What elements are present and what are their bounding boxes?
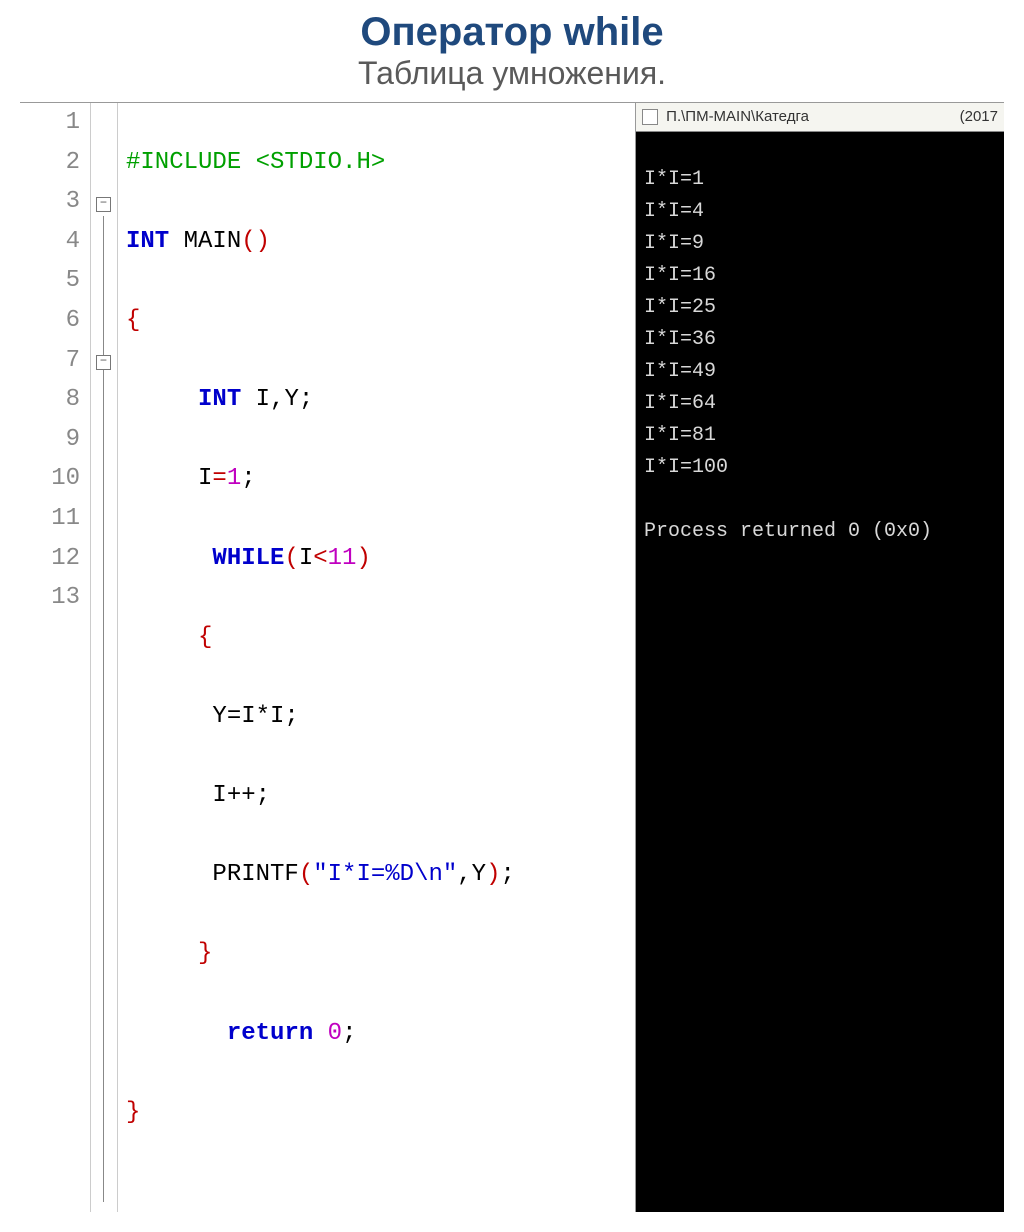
- line-number: 1: [20, 103, 80, 143]
- line-number: 9: [20, 420, 80, 460]
- console-suffix: (2017: [960, 105, 998, 129]
- semicolon: ;: [342, 1020, 356, 1047]
- brace: {: [126, 307, 140, 334]
- code-area: #INCLUDE <STDIO.H> INT MAIN() { INT I,Y;…: [118, 103, 515, 1212]
- string-literal: "I*I=%D\n": [313, 861, 457, 888]
- line-number: 10: [20, 459, 80, 499]
- code-line: I=1;: [126, 459, 515, 499]
- console-path: П.\ПМ-МАIN\Катедга: [666, 108, 809, 125]
- paren-close: ): [486, 861, 500, 888]
- line-number: 6: [20, 301, 80, 341]
- code-line: {: [126, 301, 515, 341]
- line-number: 4: [20, 222, 80, 262]
- slide-heading: Оператор while Таблица умножения.: [20, 10, 1004, 92]
- operator: =: [212, 465, 226, 492]
- number: 0: [313, 1020, 342, 1047]
- number: 1: [227, 465, 241, 492]
- paren-open: (: [299, 861, 313, 888]
- line-number: 8: [20, 380, 80, 420]
- blank-line: [644, 484, 1004, 516]
- console-line: I*I=36: [644, 324, 1004, 356]
- keyword-while: WHILE: [212, 545, 284, 572]
- code-line: PRINTF("I*I=%D\n",Y);: [126, 855, 515, 895]
- console-line: I*I=9: [644, 228, 1004, 260]
- console-output: П.\ПМ-МАIN\Катедга (2017 I*I=1 I*I=4 I*I…: [636, 103, 1004, 1212]
- code-line: #INCLUDE <STDIO.H>: [126, 143, 515, 183]
- number: 11: [328, 545, 357, 572]
- console-line: I*I=100: [644, 452, 1004, 484]
- code-line: I++;: [126, 776, 515, 816]
- identifier: PRINTF: [212, 861, 298, 888]
- line-number: 12: [20, 539, 80, 579]
- line-number-gutter: 1 2 3 4 5 6 7 8 9 10 11 12 13: [20, 103, 91, 1212]
- line-number: 3: [20, 182, 80, 222]
- semicolon: ;: [501, 861, 515, 888]
- identifier: I: [198, 465, 212, 492]
- content-row: 1 2 3 4 5 6 7 8 9 10 11 12 13 − − #INCLU…: [20, 102, 1004, 1212]
- console-line: I*I=81: [644, 420, 1004, 452]
- brace: }: [198, 940, 212, 967]
- line-number: 7: [20, 341, 80, 381]
- app-icon: [642, 109, 658, 125]
- keyword-int: INT: [198, 386, 241, 413]
- preprocessor: #INCLUDE <STDIO.H>: [126, 149, 385, 176]
- semicolon: ;: [241, 465, 255, 492]
- code-line: INT MAIN(): [126, 222, 515, 262]
- console-titlebar: П.\ПМ-МАIN\Катедга (2017: [636, 103, 1004, 132]
- keyword-int: INT: [126, 228, 169, 255]
- identifier: MAIN: [169, 228, 241, 255]
- console-line: I*I=64: [644, 388, 1004, 420]
- line-number: 11: [20, 499, 80, 539]
- line-number: 5: [20, 261, 80, 301]
- console-footer: Process returned 0 (0x0): [644, 516, 1004, 548]
- code-editor: 1 2 3 4 5 6 7 8 9 10 11 12 13 − − #INCLU…: [20, 103, 636, 1212]
- line-number: 2: [20, 143, 80, 183]
- slide-subtitle: Таблица умножения.: [20, 55, 1004, 92]
- statement: Y=I*I;: [212, 703, 298, 730]
- code-line: }: [126, 1093, 515, 1133]
- console-line: I*I=4: [644, 196, 1004, 228]
- line-number: 13: [20, 578, 80, 618]
- fold-toggle-icon[interactable]: −: [96, 355, 111, 370]
- fold-toggle-icon[interactable]: −: [96, 197, 111, 212]
- brace: {: [198, 624, 212, 651]
- fold-column: − −: [91, 103, 118, 1212]
- parens: (): [241, 228, 270, 255]
- brace: }: [126, 1099, 140, 1126]
- keyword-return: return: [227, 1020, 313, 1047]
- identifiers: I,Y;: [241, 386, 313, 413]
- console-line: I*I=25: [644, 292, 1004, 324]
- paren-open: (: [284, 545, 298, 572]
- slide-title: Оператор while: [20, 10, 1004, 55]
- paren-close: ): [356, 545, 370, 572]
- console-line: I*I=49: [644, 356, 1004, 388]
- identifier: I: [299, 545, 313, 572]
- code-line: WHILE(I<11): [126, 539, 515, 579]
- console-line: I*I=16: [644, 260, 1004, 292]
- code-line: }: [126, 934, 515, 974]
- code-line: return 0;: [126, 1014, 515, 1054]
- statement: I++;: [212, 782, 270, 809]
- console-line: I*I=1: [644, 164, 1004, 196]
- operator-lt: <: [313, 545, 327, 572]
- blank-line: [644, 132, 1004, 164]
- code-line: INT I,Y;: [126, 380, 515, 420]
- code-line: Y=I*I;: [126, 697, 515, 737]
- args: ,Y: [457, 861, 486, 888]
- code-line: {: [126, 618, 515, 658]
